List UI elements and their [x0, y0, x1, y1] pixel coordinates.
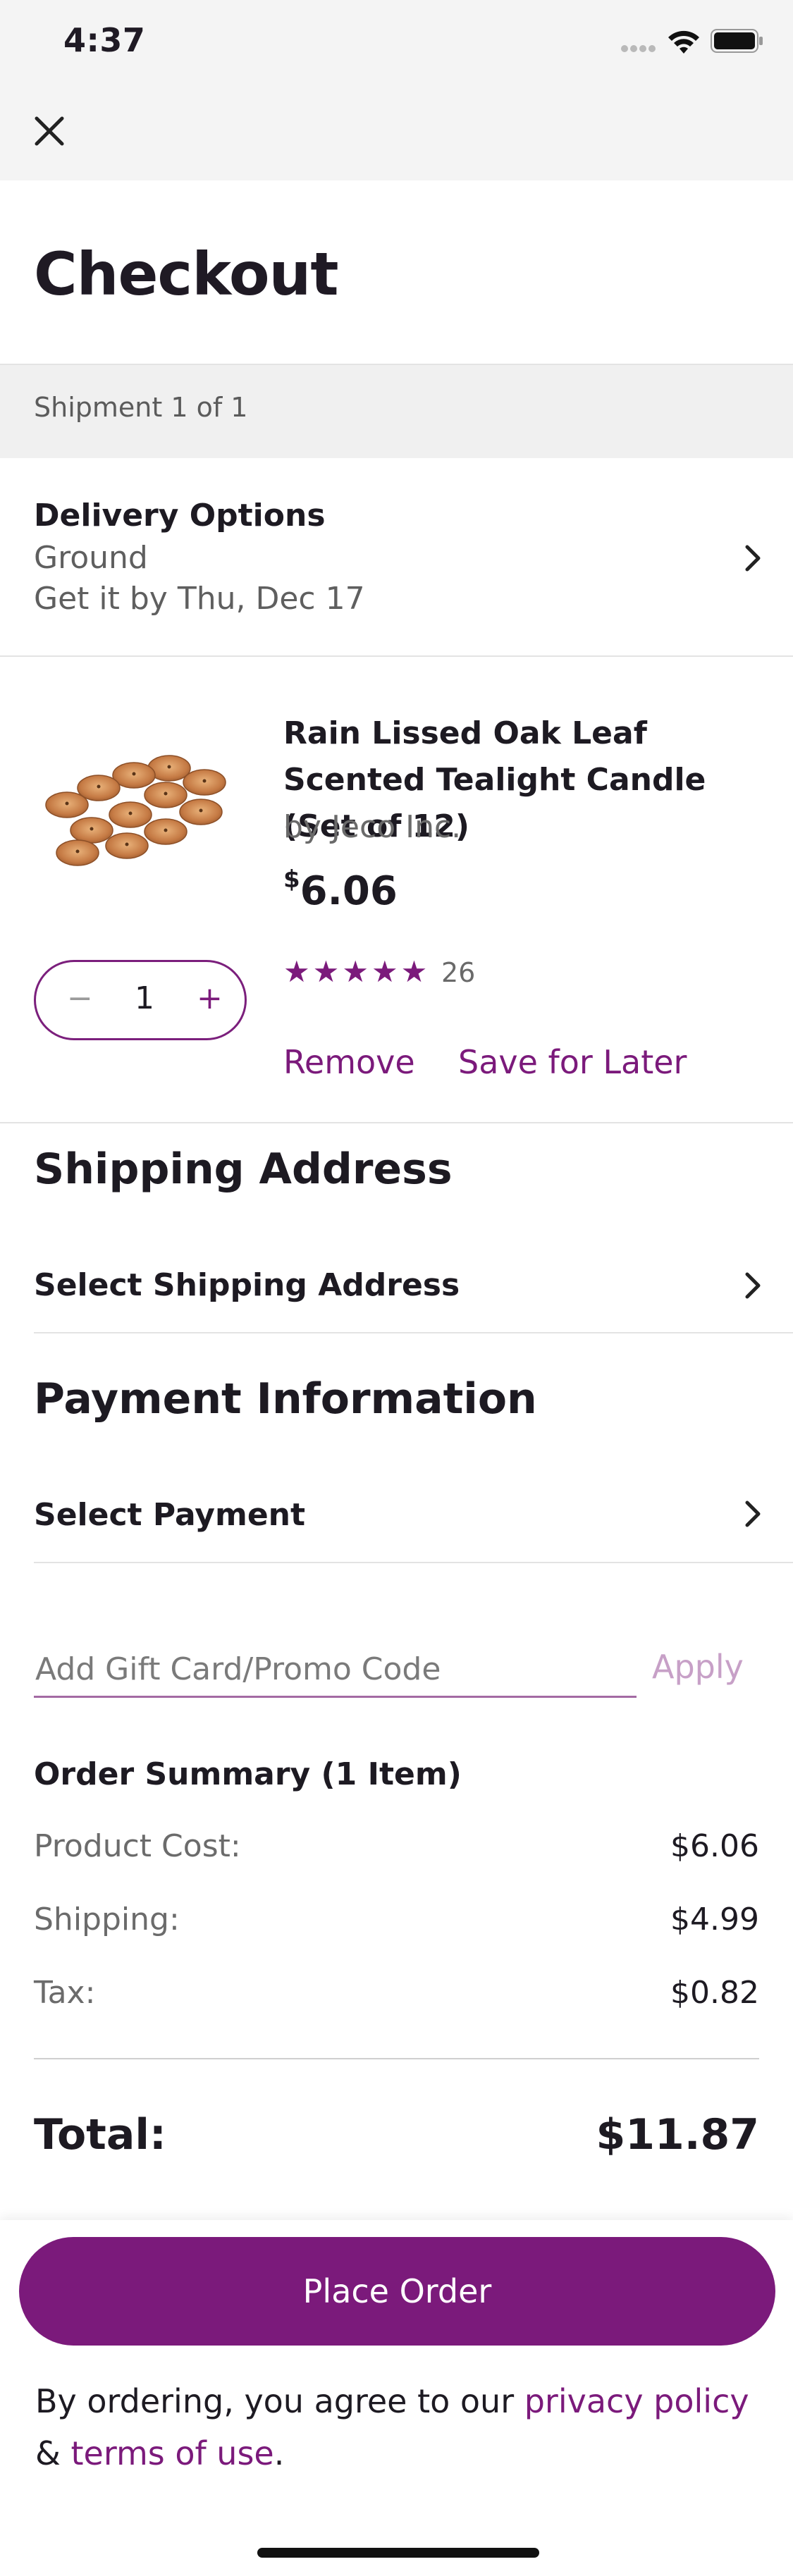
close-icon[interactable]: [31, 113, 68, 149]
product-cost-label: Product Cost:: [34, 1828, 241, 1864]
promo-underline: [34, 1696, 637, 1698]
price-amount: 6.06: [300, 868, 398, 914]
privacy-policy-link[interactable]: privacy policy: [524, 2382, 749, 2420]
delivery-eta: Get it by Thu, Dec 17: [34, 581, 365, 617]
status-time: 4:37: [63, 21, 146, 59]
quantity-increment-button[interactable]: +: [197, 980, 223, 1016]
place-order-button[interactable]: Place Order: [19, 2237, 775, 2346]
price-currency: $: [283, 865, 300, 894]
total-label: Total:: [34, 2110, 166, 2159]
select-shipping-address-label: Select Shipping Address: [34, 1267, 460, 1303]
rating-stars: ★★★★★: [283, 954, 430, 989]
quantity-decrement-button[interactable]: −: [67, 980, 93, 1016]
quantity-value: 1: [135, 980, 154, 1016]
star-icon: ★: [371, 954, 398, 989]
shipping-cost-value: $4.99: [670, 1902, 759, 1937]
star-icon: ★: [342, 954, 369, 989]
divider: [0, 655, 793, 657]
select-payment-label: Select Payment: [34, 1497, 306, 1533]
quantity-stepper[interactable]: − 1 +: [34, 960, 247, 1040]
divider: [0, 1122, 793, 1123]
divider: [34, 1562, 793, 1563]
legal-suffix: .: [273, 2434, 285, 2472]
product-image: [45, 755, 226, 866]
total-value: $11.87: [596, 2110, 759, 2159]
apply-button[interactable]: Apply: [652, 1648, 744, 1686]
terms-of-use-link[interactable]: terms of use: [71, 2434, 274, 2472]
remove-button[interactable]: Remove: [283, 1043, 415, 1081]
chevron-right-icon: [745, 545, 761, 572]
chevron-right-icon: [745, 1272, 761, 1299]
delivery-options-heading: Delivery Options: [34, 498, 326, 534]
divider: [34, 1332, 793, 1333]
tax-value: $0.82: [670, 1975, 759, 2011]
summary-divider: [34, 2058, 759, 2059]
delivery-method: Ground: [34, 540, 148, 576]
chevron-right-icon: [745, 1500, 761, 1527]
review-count[interactable]: 26: [441, 957, 475, 988]
place-order-label: Place Order: [302, 2272, 492, 2310]
tax-label: Tax:: [34, 1975, 96, 2011]
home-indicator[interactable]: [257, 2548, 539, 2558]
shipping-address-heading: Shipping Address: [34, 1145, 453, 1194]
signal-icon: [621, 45, 656, 52]
legal-mid: &: [35, 2434, 71, 2472]
legal-prefix: By ordering, you agree to our: [35, 2382, 524, 2420]
shipping-cost-label: Shipping:: [34, 1902, 180, 1937]
shipment-label: Shipment 1 of 1: [34, 392, 248, 423]
legal-text: By ordering, you agree to our privacy po…: [35, 2375, 761, 2479]
page-title: Checkout: [34, 240, 338, 309]
battery-icon: [711, 29, 763, 53]
order-summary-heading: Order Summary (1 Item): [34, 1756, 462, 1792]
promo-code-input[interactable]: [34, 1644, 629, 1694]
star-icon: ★: [400, 954, 428, 989]
star-icon: ★: [283, 954, 310, 989]
product-price: $6.06: [283, 865, 398, 914]
product-vendor: by Jeco Inc.: [283, 809, 462, 845]
wifi-icon: [668, 30, 699, 54]
save-for-later-button[interactable]: Save for Later: [458, 1043, 687, 1081]
star-icon: ★: [312, 954, 340, 989]
product-cost-value: $6.06: [670, 1828, 759, 1864]
payment-information-heading: Payment Information: [34, 1374, 537, 1424]
